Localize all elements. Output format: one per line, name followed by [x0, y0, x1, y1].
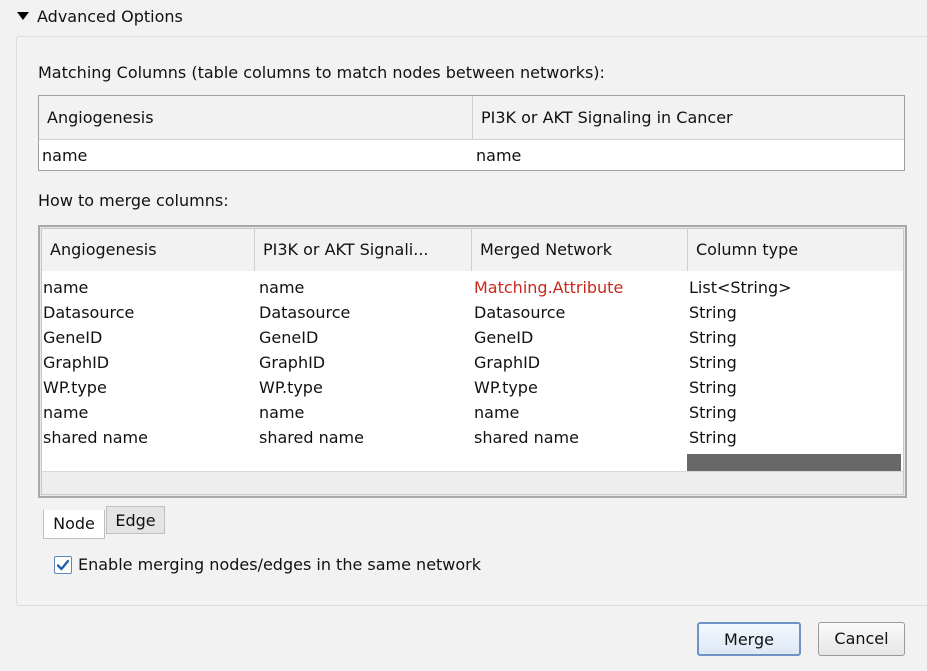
table-cell[interactable]: GraphID	[43, 353, 109, 372]
table-cell[interactable]: GeneID	[43, 328, 102, 347]
table-cell[interactable]: name	[474, 403, 519, 422]
matching-columns-label: Matching Columns (table columns to match…	[38, 63, 605, 82]
table-cell[interactable]: GraphID	[259, 353, 325, 372]
merge-columns-table: Angiogenesis PI3K or AKT Signali... Merg…	[38, 225, 907, 498]
merge-table-body: Angiogenesis PI3K or AKT Signali... Merg…	[41, 228, 904, 495]
table-cell[interactable]: Datasource	[474, 303, 565, 322]
column-header[interactable]: PI3K or AKT Signali...	[254, 229, 471, 271]
column-header[interactable]: PI3K or AKT Signaling in Cancer	[472, 96, 904, 139]
table-cell[interactable]: String	[689, 303, 737, 322]
merge-columns-label: How to merge columns:	[38, 191, 229, 210]
matching-columns-table: Angiogenesis PI3K or AKT Signaling in Ca…	[38, 95, 905, 171]
table-cell[interactable]: String	[689, 353, 737, 372]
merge-button[interactable]: Merge	[697, 622, 801, 656]
table-cell[interactable]: shared name	[43, 428, 148, 447]
table-cell[interactable]: GeneID	[259, 328, 318, 347]
table-cell[interactable]: GeneID	[474, 328, 533, 347]
tab-edge[interactable]: Edge	[106, 506, 165, 534]
table-cell[interactable]: List<String>	[689, 278, 792, 297]
table-cell[interactable]: GraphID	[474, 353, 540, 372]
checkmark-icon	[56, 559, 70, 571]
column-header[interactable]: Angiogenesis	[42, 229, 254, 271]
advanced-options-title: Advanced Options	[37, 7, 183, 26]
table-cell[interactable]: String	[689, 328, 737, 347]
table-cell[interactable]: String	[689, 378, 737, 397]
table-cell[interactable]: name	[259, 403, 304, 422]
table-cell[interactable]: name	[43, 278, 88, 297]
advanced-options-header[interactable]: Advanced Options	[0, 0, 927, 36]
enable-merging-label[interactable]: Enable merging nodes/edges in the same n…	[78, 555, 481, 574]
table-cell[interactable]: Matching.Attribute	[474, 278, 623, 297]
table-cell[interactable]: WP.type	[474, 378, 538, 397]
table-cell[interactable]: WP.type	[43, 378, 107, 397]
cancel-button[interactable]: Cancel	[818, 622, 905, 656]
enable-merging-checkbox[interactable]	[54, 556, 72, 574]
table-cell[interactable]: Datasource	[259, 303, 350, 322]
table-cell[interactable]: Datasource	[43, 303, 134, 322]
column-header[interactable]: Merged Network	[471, 229, 687, 271]
triangle-down-icon[interactable]	[17, 12, 29, 20]
table-cell[interactable]: String	[689, 403, 737, 422]
table-cell[interactable]: shared name	[474, 428, 579, 447]
table-cell[interactable]: name	[42, 146, 87, 165]
table-header: Angiogenesis PI3K or AKT Signali... Merg…	[42, 229, 903, 271]
table-cell[interactable]: String	[689, 428, 737, 447]
table-cell[interactable]: name	[43, 403, 88, 422]
horizontal-scrollbar[interactable]	[42, 471, 903, 494]
tab-node[interactable]: Node	[43, 510, 105, 539]
table-cell[interactable]: shared name	[259, 428, 364, 447]
column-header[interactable]: Angiogenesis	[39, 96, 472, 139]
column-header[interactable]: Column type	[687, 229, 901, 271]
table-cell[interactable]: name	[476, 146, 521, 165]
table-header: Angiogenesis PI3K or AKT Signaling in Ca…	[39, 96, 904, 140]
table-cell[interactable]: name	[259, 278, 304, 297]
table-cell[interactable]: WP.type	[259, 378, 323, 397]
